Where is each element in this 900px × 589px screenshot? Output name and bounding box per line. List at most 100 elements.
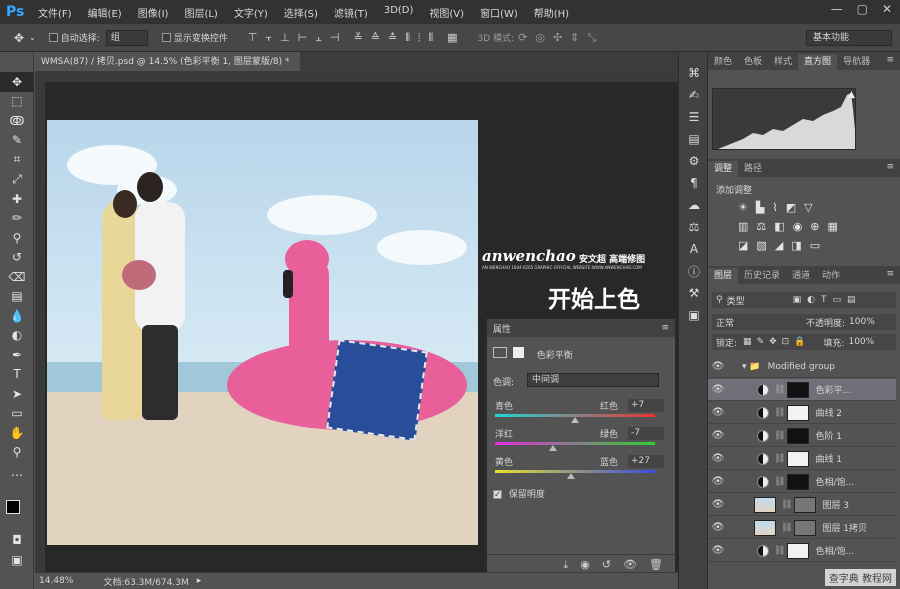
fill-value[interactable]: 100%	[848, 337, 874, 347]
menu-item[interactable]: 选择(S)	[276, 5, 326, 20]
filter-shape-icon[interactable]: ▭	[832, 295, 841, 305]
tab-history[interactable]: 历史记录	[738, 268, 786, 284]
curves-icon[interactable]: ⌇	[772, 201, 777, 214]
mask-thumbnail[interactable]	[787, 450, 810, 467]
eye-icon[interactable]: 👁	[708, 545, 728, 556]
layer-row[interactable]: 👁 ▾ 📁 Modified group	[708, 356, 896, 378]
align-vcenter-icon[interactable]: ⫟	[265, 31, 272, 45]
lock-artboard-icon[interactable]: ⊡	[782, 337, 790, 347]
chain-icon[interactable]: ⛓	[774, 408, 785, 418]
orbit-3d-icon[interactable]: ⟳	[518, 31, 527, 44]
tab-histogram[interactable]: 直方图	[798, 54, 838, 70]
hand-tool-icon[interactable]: ✋	[0, 423, 34, 443]
layer-row[interactable]: 👁 ⛓ 色彩平...	[708, 379, 896, 401]
tab-paths[interactable]: 路径	[738, 161, 768, 177]
filter-smart-icon[interactable]: ▤	[847, 295, 856, 305]
tab-swatches[interactable]: 色板	[738, 54, 768, 70]
history-brush-tool-icon[interactable]: ↺	[0, 248, 34, 268]
panel-menu-icon[interactable]: ≡	[886, 162, 894, 172]
panel-menu-icon[interactable]: ≡	[886, 55, 894, 65]
lasso-tool-icon[interactable]: ↂ	[0, 111, 34, 131]
foreground-color-swatch[interactable]	[6, 500, 20, 514]
eye-icon[interactable]: 👁	[708, 499, 728, 510]
auto-align-icon[interactable]: ▦	[447, 31, 457, 44]
brush-preset-icon[interactable]: ✍	[679, 84, 709, 106]
libraries-icon[interactable]: ☁	[679, 194, 709, 216]
invert-icon[interactable]: ◪	[738, 239, 748, 252]
tab-properties[interactable]: 属性	[493, 322, 511, 335]
move-tool-icon[interactable]: ✥	[0, 72, 34, 92]
mask-thumbnail[interactable]	[787, 473, 810, 490]
eye-icon[interactable]: 👁	[708, 407, 728, 418]
document-tab[interactable]: WMSA(87) / 拷贝.psd @ 14.5% (色彩平衡 1, 图层蒙版/…	[35, 52, 300, 72]
menu-item[interactable]: 窗口(W)	[472, 5, 526, 20]
layer-row[interactable]: 👁 ⛓ 曲线 1	[708, 448, 896, 470]
menu-item[interactable]: 滤镜(T)	[326, 5, 376, 20]
tool-presets-icon[interactable]: ⚒	[679, 282, 709, 304]
healing-brush-tool-icon[interactable]: ✚	[0, 189, 34, 209]
align-top-icon[interactable]: ⊤	[248, 31, 258, 44]
eye-icon[interactable]: 👁	[708, 522, 728, 533]
character-icon[interactable]: A	[679, 238, 709, 260]
screen-mode-icon[interactable]: ▣	[0, 550, 34, 570]
distribute-hcenter-icon[interactable]: ⦙	[418, 31, 420, 45]
magenta-green-thumb[interactable]	[549, 445, 557, 451]
lock-transparency-icon[interactable]: ▦	[743, 337, 752, 347]
mask-thumbnail[interactable]	[794, 519, 817, 536]
align-right-icon[interactable]: ⊣	[330, 31, 340, 44]
type-tool-icon[interactable]: T	[0, 365, 34, 385]
eye-icon[interactable]: 👁	[708, 361, 728, 372]
align-left-icon[interactable]: ⊢	[298, 31, 308, 44]
levels-icon[interactable]: ▙	[756, 201, 764, 214]
filter-type-icon[interactable]: T	[821, 295, 827, 305]
chain-icon[interactable]: ⛓	[774, 546, 785, 556]
dodge-tool-icon[interactable]: ◐	[0, 326, 34, 346]
pen-tool-icon[interactable]: ✒	[0, 345, 34, 365]
marquee-tool-icon[interactable]: ⬚	[0, 92, 34, 112]
paragraph-icon[interactable]: ¶	[679, 172, 709, 194]
exposure-icon[interactable]: ◩	[786, 201, 796, 214]
workspace-dropdown[interactable]: 基本功能	[806, 30, 892, 46]
menu-item[interactable]: 3D(D)	[376, 5, 422, 20]
menu-item[interactable]: 文件(F)	[30, 5, 80, 20]
layer-row[interactable]: 👁 ⛓ 图层 1拷贝	[708, 517, 896, 539]
posterize-icon[interactable]: ▧	[756, 239, 766, 252]
cyan-red-thumb[interactable]	[571, 417, 579, 423]
drag-3d-icon[interactable]: ✣	[553, 31, 562, 44]
layer-row[interactable]: 👁 ⛓ 色相/饱...	[708, 471, 896, 493]
close-icon[interactable]: ✕	[882, 2, 892, 16]
filter-pixel-icon[interactable]: ▣	[793, 295, 802, 305]
black-white-icon[interactable]: ◧	[774, 220, 784, 233]
channel-mixer-icon[interactable]: ⊕	[810, 220, 819, 233]
properties-panel-icon[interactable]: ☰	[679, 106, 709, 128]
auto-select-checkbox[interactable]	[48, 33, 58, 42]
distribute-left-icon[interactable]: ⦀	[405, 31, 410, 45]
menu-item[interactable]: 图像(I)	[130, 5, 177, 20]
histogram-warning-icon[interactable]: ▲	[848, 90, 855, 100]
more-tools-icon[interactable]: …	[0, 462, 34, 482]
eye-icon[interactable]: 👁	[708, 476, 728, 487]
menu-item[interactable]: 帮助(H)	[526, 5, 577, 20]
mask-thumbnail[interactable]	[787, 404, 810, 421]
path-select-tool-icon[interactable]: ➤	[0, 384, 34, 404]
mask-thumbnail[interactable]	[787, 381, 810, 398]
blend-mode-dropdown[interactable]: 正常	[716, 316, 796, 329]
roll-3d-icon[interactable]: ◎	[535, 31, 545, 44]
history-panel-icon[interactable]: ⌘	[679, 62, 709, 84]
layer-thumbnail[interactable]	[754, 519, 776, 536]
maximize-icon[interactable]: ▢	[857, 2, 868, 16]
align-bottom-icon[interactable]: ⊥	[280, 31, 290, 44]
layer-row[interactable]: 👁 ⛓ 图层 3	[708, 494, 896, 516]
eye-icon[interactable]: 👁	[708, 384, 728, 395]
magenta-green-track[interactable]	[495, 442, 655, 445]
mask-thumbnail[interactable]	[787, 542, 810, 559]
threshold-icon[interactable]: ◢	[775, 239, 783, 252]
tab-layers[interactable]: 图层	[708, 268, 739, 284]
tone-dropdown[interactable]: 中间调	[527, 373, 659, 387]
layer-thumbnail[interactable]	[754, 496, 776, 513]
distribute-top-icon[interactable]: ≚	[354, 31, 363, 44]
folder-icon[interactable]: ▾ 📁	[742, 362, 761, 372]
slide-3d-icon[interactable]: ⇕	[570, 31, 579, 44]
panel-menu-icon[interactable]: ≡	[886, 269, 894, 279]
layer-filter-dropdown[interactable]: 类型	[727, 294, 783, 307]
